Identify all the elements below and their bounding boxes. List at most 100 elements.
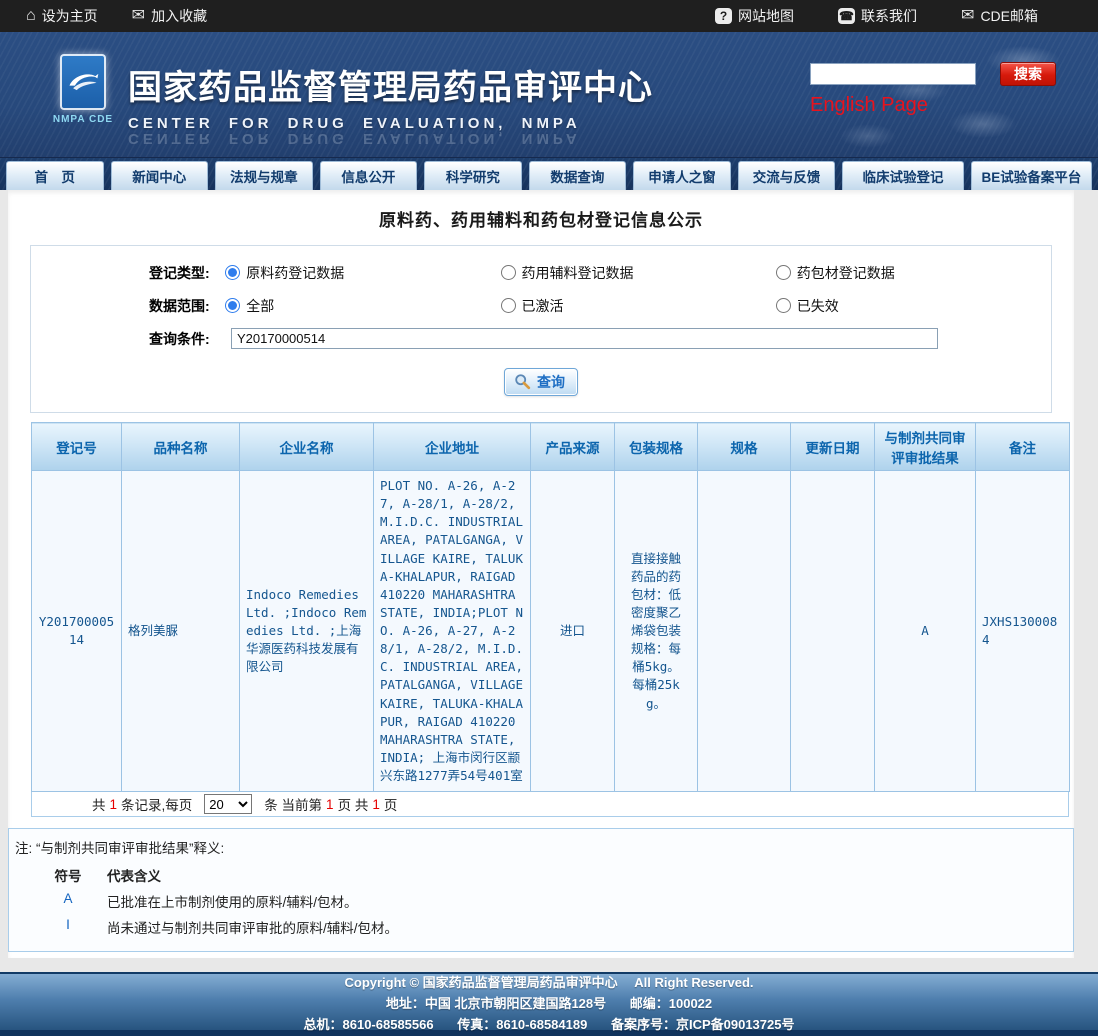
radio-excipient-data[interactable] [501,265,516,280]
legend-symbol-a: A [45,891,91,911]
legend-meaning-i: 尚未通过与制剂共同审评审批的原料/辅料/包材。 [107,917,398,937]
footer-address-line: 地址：中国 北京市朝阳区建国路128号 邮编：100022 [0,993,1098,1012]
magnifier-icon [513,373,532,391]
nav-tab-applicant-window[interactable]: 申请人之窗 [633,161,731,190]
cde-mail-link[interactable]: ✉ CDE邮箱 [961,6,1038,26]
contact-label: 联系我们 [861,6,917,26]
col-header-review-result: 与制剂共同审评审批结果 [875,423,976,471]
reg-type-label: 登记类型: [149,263,225,283]
nav-tab-disclosure[interactable]: 信息公开 [320,161,418,190]
set-homepage-label: 设为主页 [42,6,98,26]
site-logo[interactable]: NMPA CDE [48,54,118,125]
data-scope-label: 数据范围: [149,296,225,316]
col-header-reg-no: 登记号 [32,423,122,471]
nav-tab-clinical-trial-registry[interactable]: 临床试验登记 [842,161,963,190]
nav-tab-be-platform[interactable]: BE试验备案平台 [971,161,1092,190]
logo-caption: NMPA CDE [48,114,118,125]
radio-activated[interactable] [501,298,516,313]
cell-remark: JXHS1300084 [976,471,1070,792]
radio-packaging-data-label: 药包材登记数据 [797,263,895,283]
col-header-company-address: 企业地址 [374,423,531,471]
query-condition-input[interactable] [231,328,938,349]
set-homepage-link[interactable]: ⌂ 设为主页 [26,6,98,26]
query-form-panel: 登记类型: 原料药登记数据 药用辅料登记数据 药包材登记数据 数据范围: 全部 [30,245,1052,413]
radio-expired-label: 已失效 [797,296,839,316]
radio-all-label: 全部 [246,296,274,316]
table-row: Y20170000514 格列美脲 Indoco Remedies Ltd. ;… [32,471,1070,792]
radio-option-excipient-data[interactable]: 药用辅料登记数据 [501,263,776,283]
footer-fax: 传真：8610-68584189 [457,1017,587,1032]
main-navigation: 首 页 新闻中心 法规与规章 信息公开 科学研究 数据查询 申请人之窗 交流与反… [0,158,1098,190]
contact-link[interactable]: ☎ 联系我们 [838,6,917,26]
cell-spec [698,471,791,792]
cell-reg-no: Y20170000514 [32,471,122,792]
main-content: 原料药、药用辅料和药包材登记信息公示 登记类型: 原料药登记数据 药用辅料登记数… [8,190,1074,958]
pager-records-label: 条记录,每页 [121,794,192,814]
add-favorite-link[interactable]: ✉ 加入收藏 [132,6,207,26]
radio-option-activated[interactable]: 已激活 [501,296,776,316]
legend-symbol-i: I [45,917,91,937]
col-header-source: 产品来源 [531,423,615,471]
table-header-row: 登记号 品种名称 企业名称 企业地址 产品来源 包装规格 规格 更新日期 与制剂… [32,423,1070,471]
reg-type-row: 登记类型: 原料药登记数据 药用辅料登记数据 药包材登记数据 [31,256,1051,289]
pagination-bar: 共 1 条记录,每页 20 条 当前第 1 页 共 1 页 [31,792,1069,817]
pager-pages-label: 页 [384,794,398,814]
page-size-select[interactable]: 20 [204,794,252,814]
legend-col-symbol: 符号 [45,865,91,885]
radio-option-packaging-data[interactable]: 药包材登记数据 [776,263,1051,283]
bookmark-envelope-icon: ✉ [132,8,145,24]
data-scope-row: 数据范围: 全部 已激活 已失效 [31,289,1051,322]
cde-mail-label: CDE邮箱 [980,6,1038,26]
col-header-remark: 备注 [976,423,1070,471]
radio-excipient-data-label: 药用辅料登记数据 [522,263,634,283]
query-submit-button[interactable]: 查询 [504,368,578,396]
nav-tab-home[interactable]: 首 页 [6,161,104,190]
query-submit-label: 查询 [537,372,565,392]
col-header-update-date: 更新日期 [791,423,875,471]
footer-contact-line: 总机：8610-68585566 传真：8610-68584189 备案序号：京… [0,1014,1098,1033]
footer-address: 地址：中国 北京市朝阳区建国路128号 [386,996,606,1011]
radio-option-api-data[interactable]: 原料药登记数据 [225,263,500,283]
site-header: NMPA CDE 国家药品监督管理局药品审评中心 CENTER FOR DRUG… [0,32,1098,158]
radio-packaging-data[interactable] [776,265,791,280]
cell-company-address: PLOT NO. A-26, A-27, A-28/1, A-28/2, M.I… [374,471,531,792]
site-search-button[interactable]: 搜索 [1000,62,1056,86]
site-title-english-reflection: CENTER FOR DRUG EVALUATION, NMPA [128,132,653,147]
radio-api-data[interactable] [225,265,240,280]
site-title-chinese: 国家药品监督管理局药品审评中心 [128,60,653,109]
site-footer: Copyright © 国家药品监督管理局药品审评中心 All Right Re… [0,972,1098,1030]
envelope-icon: ✉ [961,8,974,24]
swoosh-logo-graphic [65,64,101,100]
col-header-product-name: 品种名称 [122,423,240,471]
col-header-packaging: 包装规格 [615,423,698,471]
radio-expired[interactable] [776,298,791,313]
phone-icon: ☎ [838,8,855,24]
site-search-input[interactable] [810,63,976,85]
nav-tab-regulations[interactable]: 法规与规章 [215,161,313,190]
pager-total-records: 1 [110,797,118,812]
top-utility-bar: ⌂ 设为主页 ✉ 加入收藏 ? 网站地图 ☎ 联系我们 ✉ CDE邮箱 [0,0,1098,32]
radio-option-all[interactable]: 全部 [225,296,500,316]
cell-source: 进口 [531,471,615,792]
col-header-spec: 规格 [698,423,791,471]
page-title: 原料药、药用辅料和药包材登记信息公示 [8,190,1074,245]
english-page-link[interactable]: English Page [810,94,928,117]
footer-zip: 邮编：100022 [630,996,712,1011]
legend-header: 符号 代表含义 [15,865,1063,885]
pager-total-prefix: 共 [92,794,106,814]
footer-tel: 总机：8610-68585566 [304,1017,434,1032]
legend-row-i: I 尚未通过与制剂共同审评审批的原料/辅料/包材。 [15,917,1063,937]
sitemap-link[interactable]: ? 网站地图 [715,6,794,26]
nav-tab-news[interactable]: 新闻中心 [111,161,209,190]
cell-packaging: 直接接触药品的药包材：低密度聚乙烯袋包装规格：每桶5kg。每桶25kg。 [615,471,698,792]
radio-all[interactable] [225,298,240,313]
legend-title: 注: “与制剂共同审评审批结果”释义: [15,837,1063,857]
nav-tab-feedback[interactable]: 交流与反馈 [738,161,836,190]
nav-tab-data-query[interactable]: 数据查询 [529,161,627,190]
col-header-company-name: 企业名称 [240,423,374,471]
radio-option-expired[interactable]: 已失效 [776,296,1051,316]
question-icon: ? [715,8,732,24]
cell-product-name: 格列美脲 [122,471,240,792]
nav-tab-science[interactable]: 科学研究 [424,161,522,190]
pager-unit-label: 条 当前第 [264,794,322,814]
